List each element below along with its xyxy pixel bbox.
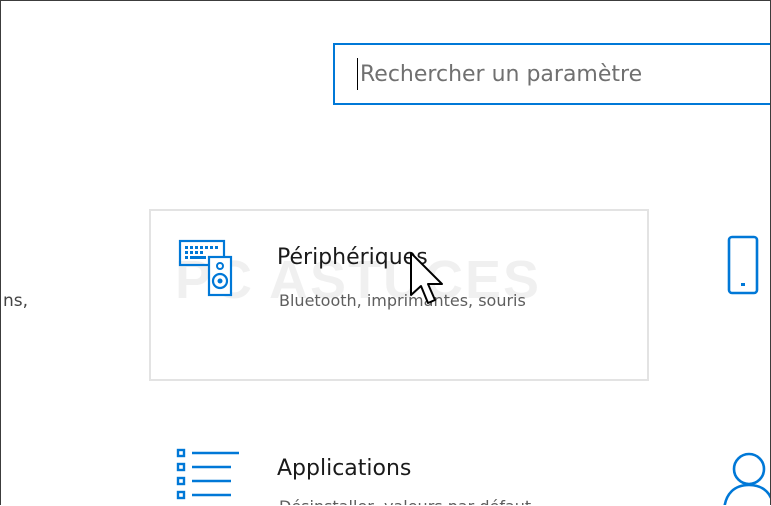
settings-window: ns, PC ASTUCES Périphériques Bluetooth, …	[0, 0, 771, 505]
phone-icon[interactable]	[721, 233, 761, 297]
person-icon[interactable]	[721, 449, 771, 505]
devices-title: Périphériques	[277, 245, 428, 270]
apps-list-icon[interactable]	[175, 447, 241, 505]
text-caret	[357, 58, 358, 90]
search-input[interactable]	[360, 53, 760, 95]
devices-subtitle: Bluetooth, imprimantes, souris	[279, 291, 526, 310]
search-box[interactable]	[333, 43, 770, 105]
applications-title[interactable]: Applications	[277, 456, 411, 481]
applications-subtitle: Désinstaller, valeurs par défaut	[279, 497, 531, 505]
cut-off-subtitle: ns,	[3, 291, 29, 311]
devices-tile[interactable]: PC ASTUCES Périphériques Bluetooth, impr…	[149, 209, 649, 381]
keyboard-speaker-icon	[178, 239, 233, 297]
